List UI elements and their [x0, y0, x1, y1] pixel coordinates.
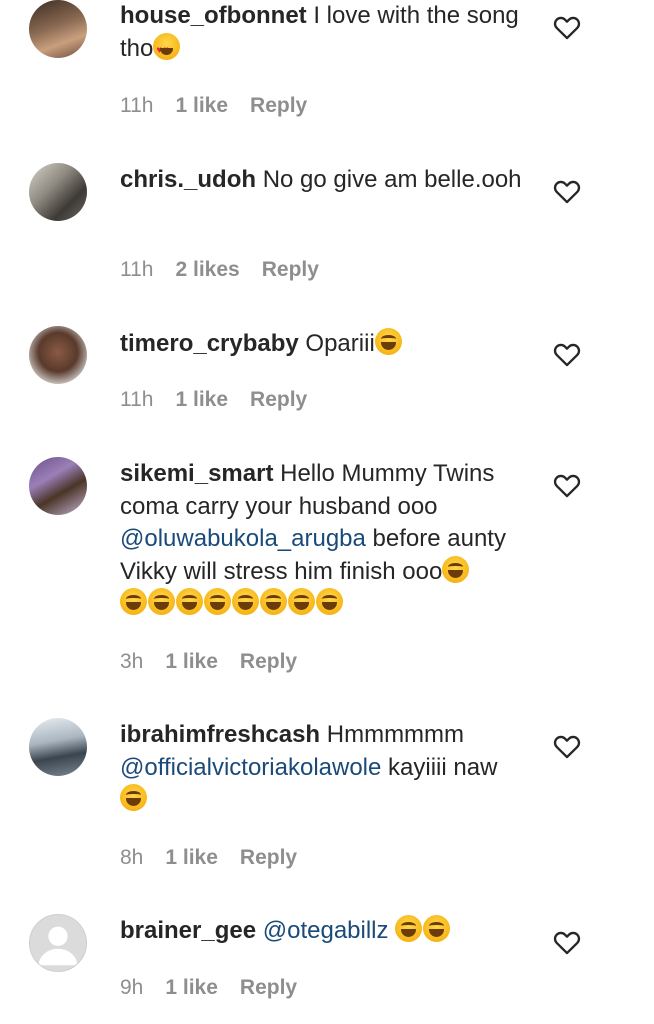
like-heart-icon[interactable]	[553, 178, 581, 204]
laughing-emoji-icon	[288, 588, 315, 615]
laughing-emoji-icon	[120, 784, 147, 811]
comment-body: timero_crybaby Opariii	[120, 328, 540, 361]
laughing-emoji-icon	[204, 588, 231, 615]
comment-meta: 11h 1 like Reply	[120, 94, 307, 118]
avatar[interactable]	[29, 914, 87, 972]
avatar[interactable]	[29, 163, 87, 221]
comment-username[interactable]: timero_crybaby	[120, 330, 299, 357]
mention-link[interactable]: @officialvictoriakolawole	[120, 754, 381, 781]
like-count[interactable]: 1 like	[165, 976, 218, 1000]
like-count[interactable]: 1 like	[165, 846, 218, 870]
comment-text	[256, 917, 263, 944]
like-heart-icon[interactable]	[553, 472, 581, 498]
like-heart-icon[interactable]	[553, 14, 581, 40]
reply-button[interactable]: Reply	[240, 976, 297, 1000]
like-heart-icon[interactable]	[553, 929, 581, 955]
comment-meta: 9h 1 like Reply	[120, 976, 297, 1000]
comment-time: 11h	[120, 388, 154, 411]
comment-time: 9h	[120, 976, 144, 999]
laughing-emoji-icon	[232, 588, 259, 615]
like-heart-icon[interactable]	[553, 341, 581, 367]
comment-text: Hmmmmmm	[320, 721, 465, 748]
like-count[interactable]: 1 like	[175, 388, 228, 412]
reply-button[interactable]: Reply	[250, 94, 307, 118]
comment-username[interactable]: chris._udoh	[120, 166, 256, 193]
comment-text: Opariii	[298, 330, 375, 357]
avatar[interactable]	[29, 718, 87, 776]
reply-button[interactable]: Reply	[240, 846, 297, 870]
laughing-emoji-icon	[423, 915, 451, 942]
mention-link[interactable]: @oluwabukola_arugba	[120, 525, 366, 552]
comment-time: 11h	[120, 258, 154, 281]
laughing-emoji-icon	[260, 588, 287, 615]
laughing-emoji-icon	[316, 588, 343, 615]
comment-text	[389, 917, 396, 944]
avatar[interactable]	[29, 0, 87, 58]
comment-body: house_ofbonnet I love with the song tho	[120, 0, 540, 67]
like-count[interactable]: 2 likes	[175, 258, 239, 282]
comment-time: 8h	[120, 846, 144, 869]
comment-body: chris._udoh No go give am belle.ooh	[120, 164, 540, 197]
comment-time: 3h	[120, 650, 144, 673]
comment-body: brainer_gee @otegabillz	[120, 915, 540, 948]
laughing-emoji-icon	[120, 588, 147, 615]
avatar[interactable]	[29, 326, 87, 384]
avatar[interactable]	[29, 457, 87, 515]
laughing-emoji-icon	[176, 588, 203, 615]
laughing-emoji-icon	[395, 915, 423, 942]
laughing-emoji-icon	[148, 588, 175, 615]
laughing-emoji-icon	[374, 328, 402, 355]
comment-text: kayiiii naw	[381, 753, 498, 781]
comment-username[interactable]: house_ofbonnet	[120, 2, 307, 29]
like-heart-icon[interactable]	[553, 733, 581, 759]
comment-text: No go give am belle.ooh	[256, 166, 522, 193]
default-avatar-icon	[38, 926, 78, 966]
comment-meta: 11h 1 like Reply	[120, 388, 307, 412]
comment-username[interactable]: brainer_gee	[120, 917, 256, 944]
mention-link[interactable]: @otegabillz	[263, 917, 389, 944]
comment-meta: 3h 1 like Reply	[120, 650, 297, 674]
comment-meta: 8h 1 like Reply	[120, 846, 297, 870]
heart-eyes-emoji-icon	[153, 32, 181, 67]
reply-button[interactable]: Reply	[262, 258, 319, 282]
comment-username[interactable]: ibrahimfreshcash	[120, 721, 320, 748]
comment-body: sikemi_smart Hello Mummy Twins coma carr…	[120, 458, 540, 621]
like-count[interactable]: 1 like	[165, 650, 218, 674]
comment-username[interactable]: sikemi_smart	[120, 460, 273, 487]
comment-body: ibrahimfreshcash Hmmmmmm @officialvictor…	[120, 719, 540, 817]
reply-button[interactable]: Reply	[250, 388, 307, 412]
like-count[interactable]: 1 like	[175, 94, 228, 118]
reply-button[interactable]: Reply	[240, 650, 297, 674]
laughing-emoji-icon	[442, 555, 470, 583]
comment-meta: 11h 2 likes Reply	[120, 258, 319, 282]
comment-time: 11h	[120, 94, 154, 117]
